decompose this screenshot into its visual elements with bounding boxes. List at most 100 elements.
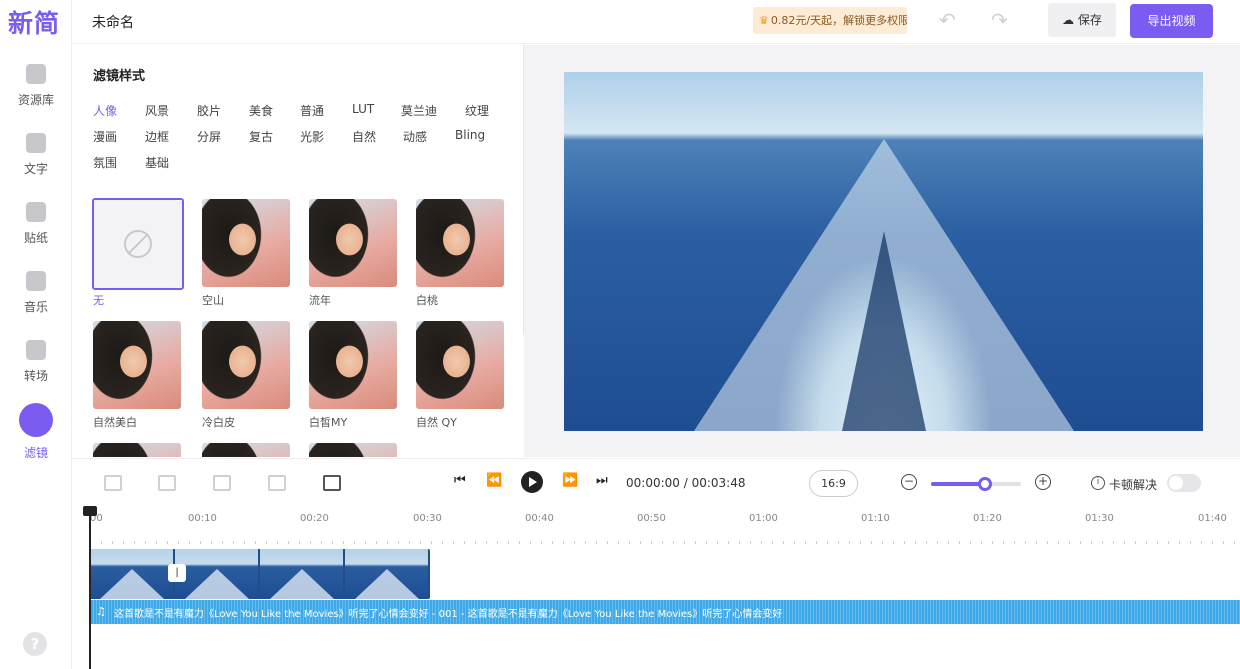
ruler-tick	[838, 541, 839, 544]
ruler-tick	[167, 541, 168, 544]
clip-split-handle[interactable]: |	[168, 564, 186, 582]
subtitle-icon[interactable]	[323, 475, 341, 491]
stutter-fix-label: 卡顿解决	[1109, 478, 1158, 492]
sidebar-item-text[interactable]: 文字	[0, 133, 72, 193]
filter-category-tab[interactable]: 分屏	[197, 128, 221, 145]
sidebar-item-filter[interactable]: 滤镜	[0, 403, 72, 469]
filter-thumb[interactable]	[93, 321, 181, 409]
sticker-icon	[26, 202, 46, 222]
ruler-tick	[684, 541, 685, 544]
ruler-tick	[299, 541, 300, 544]
split-icon[interactable]	[268, 475, 286, 491]
filter-category-tab[interactable]: 普通	[300, 102, 324, 119]
filter-category-tab[interactable]: 氛围	[93, 154, 117, 171]
delete-icon[interactable]	[104, 475, 122, 491]
fast-forward-icon[interactable]: ⏩	[562, 473, 578, 488]
ruler-tick-label: 01:40	[1198, 513, 1227, 524]
filter-category-tab[interactable]: 人像	[93, 102, 117, 119]
sidebar-item-label: 文字	[23, 162, 48, 176]
ruler-tick-label: 01:10	[861, 513, 890, 524]
filter-thumb[interactable]	[202, 321, 290, 409]
project-title[interactable]: 未命名	[92, 12, 134, 32]
filter-thumb[interactable]	[309, 199, 397, 287]
skip-start-icon[interactable]: ⏮	[454, 473, 466, 488]
filter-category-tab[interactable]: 基础	[145, 154, 169, 171]
export-video-button[interactable]: 导出视频	[1130, 4, 1213, 38]
promo-banner[interactable]: ♛ 0.82元/天起，解锁更多权限	[753, 7, 907, 34]
ruler-tick	[750, 541, 751, 544]
filter-category-tab[interactable]: 胶片	[197, 102, 221, 119]
filter-label: 白皙MY	[309, 416, 348, 429]
ruler-tick	[354, 541, 355, 544]
undo-icon[interactable]: ↶	[939, 8, 956, 32]
ruler-tick	[563, 541, 564, 544]
filter-category-tab[interactable]: 美食	[249, 102, 273, 119]
crop-icon[interactable]	[213, 475, 231, 491]
aspect-ratio-button[interactable]: 16:9	[809, 470, 858, 497]
filter-thumb[interactable]	[416, 321, 504, 409]
filter-thumb[interactable]	[416, 199, 504, 287]
stutter-fix-toggle[interactable]	[1167, 474, 1201, 492]
sidebar-item-label: 滤镜	[23, 446, 48, 460]
scissors-icon[interactable]	[158, 475, 176, 491]
rewind-icon[interactable]: ⏪	[486, 473, 502, 488]
sidebar-item-sticker[interactable]: 贴纸	[0, 202, 72, 262]
zoom-in-icon[interactable]: +	[1035, 474, 1051, 490]
ruler-tick	[200, 541, 201, 544]
filter-thumb-none[interactable]	[92, 198, 184, 290]
filter-thumb[interactable]	[309, 443, 397, 457]
play-button[interactable]	[521, 471, 543, 493]
filter-thumb[interactable]	[202, 199, 290, 287]
timeline-ruler[interactable]: 00 00:10 00:20 00:30 00:40 00:50 01:00 01:10 01:…	[72, 506, 1240, 546]
ruler-tick	[244, 541, 245, 544]
ruler-tick-label: 00:30	[413, 513, 442, 524]
ruler-tick	[772, 541, 773, 544]
video-preview[interactable]	[564, 72, 1203, 431]
filter-category-tab[interactable]: 边框	[145, 128, 169, 145]
help-button[interactable]: ?	[23, 632, 47, 656]
ruler-tick	[673, 541, 674, 544]
filter-category-tab[interactable]: 风景	[145, 102, 169, 119]
zoom-slider[interactable]	[931, 477, 1021, 491]
filter-category-tab[interactable]: 复古	[249, 128, 273, 145]
ruler-tick	[1113, 541, 1114, 544]
filter-category-tab[interactable]: 莫兰迪	[401, 102, 437, 119]
filter-thumb[interactable]	[93, 443, 181, 457]
ruler-tick	[398, 541, 399, 544]
zoom-out-icon[interactable]: −	[901, 474, 917, 490]
redo-icon[interactable]: ↷	[991, 8, 1008, 32]
filter-category-tab[interactable]: 漫画	[93, 128, 117, 145]
filter-preview-image	[416, 199, 504, 287]
music-icon	[26, 271, 46, 291]
filter-category-tab[interactable]: Bling	[455, 128, 485, 142]
filter-category-tab[interactable]: LUT	[352, 102, 374, 116]
sidebar-item-library[interactable]: 资源库	[0, 64, 72, 124]
audio-track[interactable]: ♫ 这首歌是不是有魔力《Love You Like the Movies》听完了…	[90, 600, 1240, 624]
filter-thumb[interactable]	[309, 321, 397, 409]
zoom-slider-knob[interactable]	[978, 477, 992, 491]
filter-category-tab[interactable]: 光影	[300, 128, 324, 145]
filter-category-tab[interactable]: 纹理	[465, 102, 489, 119]
ruler-tick	[321, 541, 322, 544]
playhead[interactable]	[83, 506, 97, 669]
ruler-tick	[1179, 541, 1180, 544]
ruler-tick	[1025, 541, 1026, 544]
filter-preview-image	[309, 199, 397, 287]
filter-category-tab[interactable]: 动感	[403, 128, 427, 145]
ruler-tick-label: 00:20	[300, 513, 329, 524]
video-clip[interactable]	[90, 549, 430, 599]
ruler-tick	[871, 541, 872, 544]
filter-thumb[interactable]	[202, 443, 290, 457]
ruler-tick-label: 00:10	[188, 513, 217, 524]
skip-end-icon[interactable]: ⏭	[596, 473, 608, 488]
ruler-tick-label: 01:30	[1085, 513, 1114, 524]
sidebar-item-music[interactable]: 音乐	[0, 271, 72, 331]
ruler-tick	[156, 541, 157, 544]
sidebar-item-transition[interactable]: 转场	[0, 340, 72, 400]
info-icon[interactable]: i	[1091, 476, 1105, 490]
ruler-tick	[376, 541, 377, 544]
ruler-tick	[618, 541, 619, 544]
save-button[interactable]: ☁ 保存	[1048, 3, 1116, 37]
ruler-tick	[948, 541, 949, 544]
filter-category-tab[interactable]: 自然	[352, 128, 376, 145]
